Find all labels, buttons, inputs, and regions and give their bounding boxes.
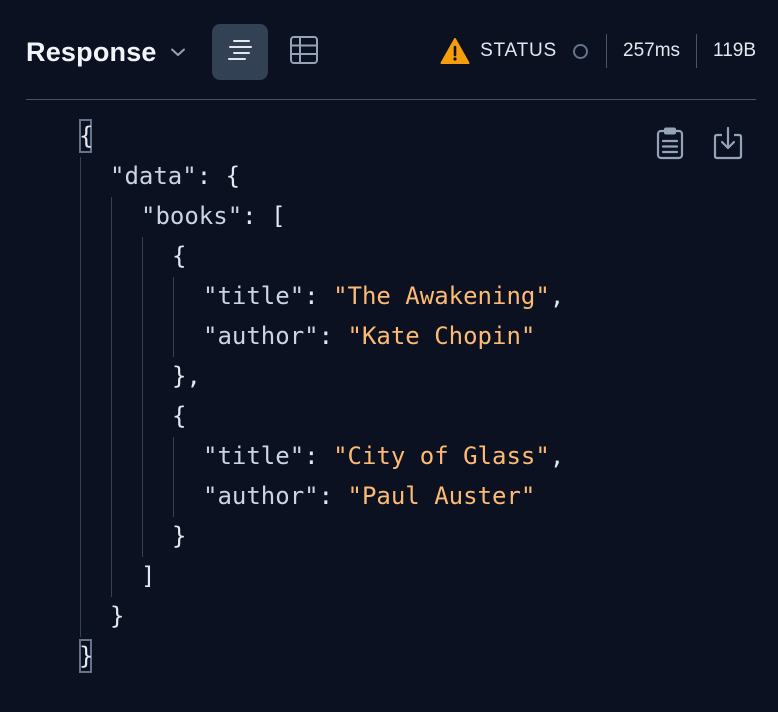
header-divider — [26, 99, 756, 100]
json-brace: { — [79, 122, 94, 150]
json-brace: { — [172, 402, 187, 430]
copy-button[interactable] — [654, 127, 686, 163]
status-bar: STATUS 257ms 119B — [440, 33, 756, 69]
indent-guide — [142, 237, 143, 557]
json-line: } — [110, 596, 124, 636]
json-string-value: "Paul Auster" — [347, 482, 536, 510]
json-line: { — [79, 116, 93, 156]
json-brace: }, — [172, 362, 201, 390]
table-view-button[interactable] — [276, 24, 332, 80]
indent-guide — [80, 157, 81, 637]
json-line: "title": "The Awakening", — [203, 282, 565, 310]
json-bracket: [ — [271, 202, 286, 230]
json-key: "books" — [141, 202, 243, 230]
json-brace: { — [172, 242, 187, 270]
json-bracket: ] — [141, 562, 156, 590]
response-title: Response — [26, 37, 157, 67]
download-icon — [713, 126, 743, 165]
json-line: { — [172, 396, 186, 436]
json-line: ] — [141, 556, 155, 596]
formatted-view-icon — [225, 37, 255, 68]
clipboard-icon — [656, 126, 684, 165]
json-key: "data" — [110, 162, 197, 190]
json-brace: } — [110, 602, 125, 630]
json-line: { — [172, 236, 186, 276]
json-line: "title": "City of Glass", — [203, 442, 565, 470]
response-time: 257ms — [623, 40, 681, 61]
json-line: "books": [ — [141, 202, 286, 230]
json-string-value: "The Awakening" — [333, 282, 550, 310]
status-dot-icon — [573, 43, 588, 59]
json-brace: } — [79, 642, 94, 670]
json-key: "title" — [203, 442, 305, 470]
json-string-value: "City of Glass" — [333, 442, 550, 470]
chevron-down-icon — [169, 43, 187, 61]
download-button[interactable] — [712, 126, 744, 165]
json-line: } — [172, 516, 186, 556]
json-key: "title" — [203, 282, 305, 310]
formatted-view-button[interactable] — [212, 24, 268, 80]
table-view-icon — [289, 35, 319, 70]
json-line: "data": { — [110, 162, 241, 190]
indent-guide — [173, 277, 174, 357]
response-header: Response STATUS 257ms 119B — [0, 0, 778, 100]
indent-guide — [173, 437, 174, 517]
json-string-value: "Kate Chopin" — [347, 322, 536, 350]
json-key: "author" — [203, 482, 319, 510]
response-size: 119B — [713, 40, 756, 61]
response-title-dropdown[interactable]: Response — [26, 32, 187, 72]
json-line: } — [79, 636, 93, 676]
json-brace: } — [172, 522, 187, 550]
response-actions — [654, 126, 744, 165]
json-line: }, — [172, 356, 201, 396]
json-key: "author" — [203, 322, 319, 350]
json-line: "author": "Kate Chopin" — [203, 322, 536, 350]
warning-icon — [440, 37, 470, 65]
json-line: "author": "Paul Auster" — [203, 482, 536, 510]
indent-guide — [111, 197, 112, 597]
status-label: STATUS — [480, 40, 557, 61]
json-brace: { — [225, 162, 241, 190]
